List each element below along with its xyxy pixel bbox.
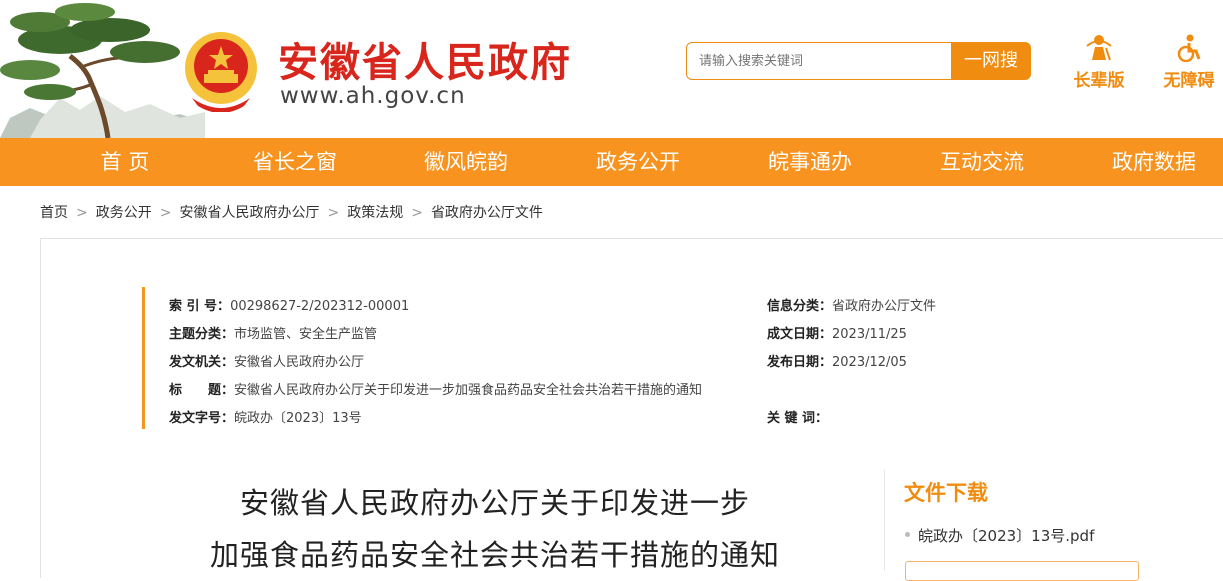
accessibility-icon <box>1177 34 1201 62</box>
breadcrumb-general-office[interactable]: 安徽省人民政府办公厅 <box>179 205 319 221</box>
meta-issuer: 发文机关：安徽省人民政府办公厅 <box>169 355 365 370</box>
download-file-name: 皖政办〔2023〕13号.pdf <box>918 527 1095 545</box>
nav-item-data[interactable]: 政府数据 <box>1089 138 1219 186</box>
search-input[interactable] <box>686 42 952 80</box>
meta-index: 索 引 号：00298627-2/202312-00001 <box>169 299 410 314</box>
breadcrumb-gov-affairs[interactable]: 政务公开 <box>96 205 152 221</box>
elder-icon <box>1086 35 1112 61</box>
elder-mode-label: 长辈版 <box>1073 71 1125 91</box>
downloads-title: 文件下载 <box>904 481 988 505</box>
site-header: 安徽省人民政府 www.ah.gov.cn 一网搜 长辈版 无障碍 <box>0 0 1223 138</box>
nav-item-governor[interactable]: 省长之窗 <box>230 138 360 186</box>
breadcrumb-separator: > <box>159 205 172 221</box>
breadcrumb: 首页 > 政务公开 > 安徽省人民政府办公厅 > 政策法规 > 省政府办公厅文件 <box>40 202 543 222</box>
accessibility-button[interactable]: 无障碍 <box>1154 34 1223 91</box>
nav-item-interaction[interactable]: 互动交流 <box>917 138 1047 186</box>
article-title-line-1: 安徽省人民政府办公厅关于印发进一步 <box>239 486 750 520</box>
site-title[interactable]: 安徽省人民政府 <box>278 30 572 88</box>
meta-category: 信息分类：省政府办公厅文件 <box>767 299 937 314</box>
nav-item-services[interactable]: 皖事通办 <box>745 138 875 186</box>
search-button[interactable]: 一网搜 <box>951 42 1031 80</box>
national-emblem-icon <box>185 32 257 112</box>
download-link-pdf[interactable]: 皖政办〔2023〕13号.pdf <box>905 525 1094 546</box>
document-meta-panel: 索 引 号：00298627-2/202312-00001 信息分类：省政府办公… <box>142 287 936 429</box>
bullet-icon <box>905 532 910 537</box>
main-nav: 首 页 省长之窗 徽风皖韵 政务公开 皖事通办 互动交流 政府数据 <box>0 138 1223 186</box>
download-panel-box <box>905 561 1139 581</box>
breadcrumb-separator: > <box>411 205 423 221</box>
breadcrumb-separator: > <box>76 205 88 221</box>
pine-tree-banner <box>0 3 205 138</box>
article-title-line-2: 加强食品药品安全社会共治若干措施的通知 <box>209 538 780 572</box>
nav-item-gov-affairs[interactable]: 政务公开 <box>573 138 703 186</box>
meta-created-date: 成文日期：2023/11/25 <box>767 327 907 342</box>
meta-published-date: 发布日期：2023/12/05 <box>767 355 907 370</box>
meta-keywords: 关 键 词： <box>767 411 829 426</box>
breadcrumb-policies[interactable]: 政策法规 <box>347 205 403 221</box>
elder-mode-button[interactable]: 长辈版 <box>1064 34 1134 91</box>
nav-item-culture[interactable]: 徽风皖韵 <box>401 138 531 186</box>
site-url: www.ah.gov.cn <box>280 83 466 109</box>
meta-title: 标 题：安徽省人民政府办公厅关于印发进一步加强食品药品安全社会共治若干措施的通知 <box>169 383 703 398</box>
breadcrumb-home[interactable]: 首页 <box>40 205 68 221</box>
breadcrumb-separator: > <box>327 205 340 221</box>
breadcrumb-office-documents[interactable]: 省政府办公厅文件 <box>431 205 543 221</box>
nav-item-home[interactable]: 首 页 <box>60 138 190 186</box>
accessibility-label: 无障碍 <box>1163 71 1215 91</box>
meta-topic: 主题分类：市场监管、安全生产监管 <box>169 327 378 342</box>
sidebar-divider <box>884 470 885 571</box>
meta-document-number: 发文字号：皖政办〔2023〕13号 <box>169 411 362 426</box>
